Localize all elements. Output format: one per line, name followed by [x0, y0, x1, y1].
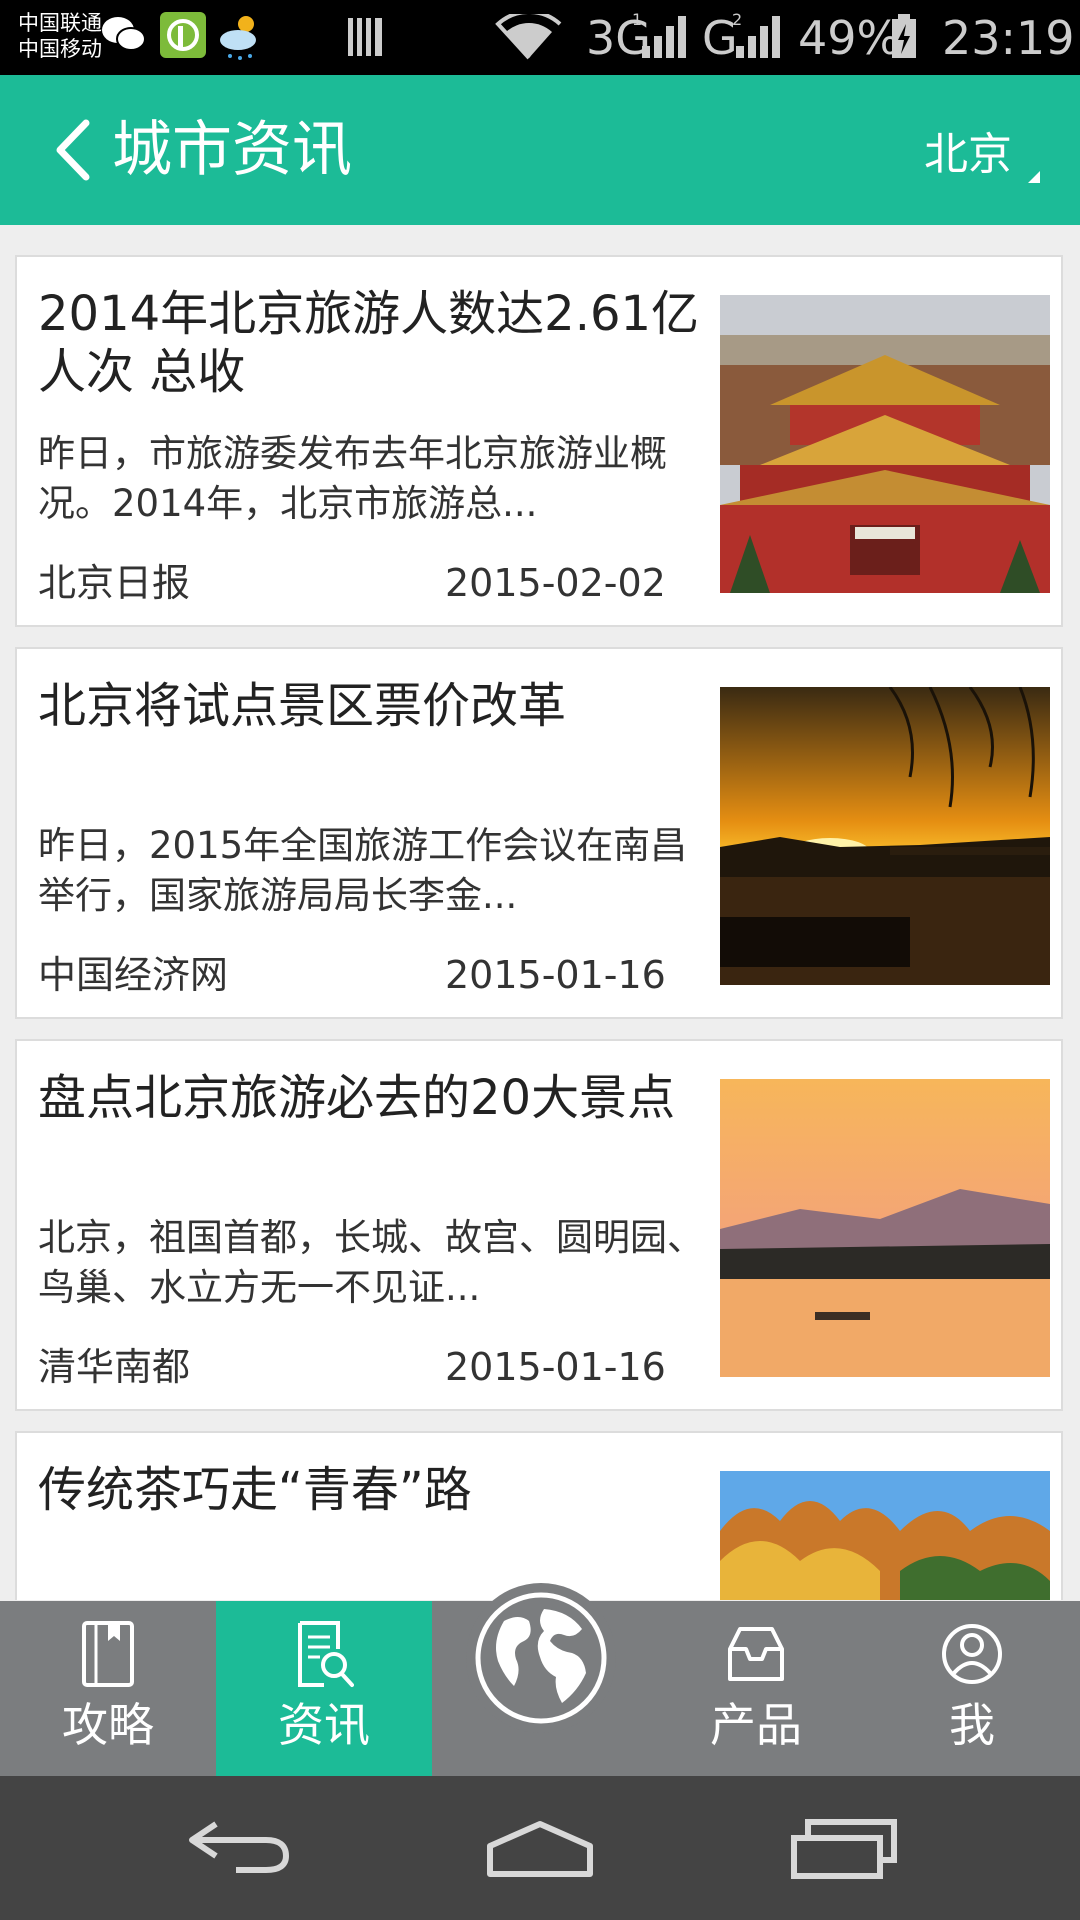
- news-source: 北京日报: [38, 561, 191, 605]
- news-summary: 昨日，2015年全国旅游工作会议在南昌举行，国家旅游局局长李金...: [38, 824, 688, 917]
- signal-2-icon: [736, 16, 780, 58]
- carrier-labels: 中国联通 中国移动: [18, 10, 102, 62]
- carrier-1: 中国联通: [18, 11, 102, 35]
- news-summary: 北京，祖国首都，长城、故宫、圆明园、鸟巢、水立方无一不见证...: [38, 1216, 704, 1309]
- tab-label: 我: [949, 1698, 995, 1752]
- news-date: 2015-01-16: [445, 953, 666, 997]
- news-card[interactable]: 2014年北京旅游人数达2.61亿人次 总收 昨日，市旅游委发布去年北京旅游业概…: [15, 255, 1063, 627]
- news-card[interactable]: 盘点北京旅游必去的20大景点 北京，祖国首都，长城、故宫、圆明园、鸟巢、水立方无…: [15, 1039, 1063, 1411]
- globe-center-button[interactable]: [466, 1583, 616, 1733]
- parking-app-icon: [160, 12, 206, 58]
- news-title: 北京将试点景区票价改革: [38, 678, 567, 734]
- wechat-icon: [102, 17, 146, 51]
- news-source: 清华南都: [38, 1345, 191, 1389]
- recent-apps-nav-icon[interactable]: [790, 1816, 898, 1880]
- news-date: 2015-02-02: [445, 561, 666, 605]
- tab-me[interactable]: 我: [864, 1601, 1080, 1776]
- news-thumbnail-forbidden-city: [720, 295, 1050, 593]
- tab-label: 产品: [710, 1698, 802, 1752]
- weather-icon: [220, 16, 256, 60]
- news-thumbnail-lake-mountain: [720, 1079, 1050, 1377]
- battery-charging-icon: [892, 14, 916, 58]
- globe-icon: [475, 1592, 607, 1724]
- home-nav-icon[interactable]: [484, 1820, 596, 1880]
- news-thumbnail-autumn-forest: [720, 1471, 1050, 1600]
- battery-percent: 49%: [798, 11, 901, 65]
- news-search-icon: [298, 1621, 354, 1687]
- tab-guide[interactable]: 攻略: [0, 1601, 216, 1776]
- news-title: 盘点北京旅游必去的20大景点: [38, 1070, 676, 1126]
- signal-1-icon: [642, 16, 686, 58]
- clock: 23:19: [942, 11, 1075, 65]
- user-icon: [942, 1624, 1002, 1684]
- news-thumbnail-sunset-lake: [720, 687, 1050, 985]
- back-arrow-icon[interactable]: [52, 119, 92, 181]
- book-icon: [82, 1621, 134, 1687]
- news-list: 2014年北京旅游人数达2.61亿人次 总收 昨日，市旅游委发布去年北京旅游业概…: [0, 225, 1080, 1600]
- tab-products[interactable]: 产品: [648, 1601, 864, 1776]
- news-title: 传统茶巧走“青春”路: [38, 1462, 472, 1518]
- wifi-icon: [495, 14, 562, 60]
- barcode-icon: [348, 18, 382, 56]
- news-date: 2015-01-16: [445, 1345, 666, 1389]
- dropdown-corner-icon: [1028, 171, 1040, 183]
- tab-news[interactable]: 资讯: [216, 1601, 432, 1776]
- status-bar: 中国联通 中国移动 3G 1 G 2 49% 23:19: [0, 0, 1080, 75]
- news-summary: 昨日，市旅游委发布去年北京旅游业概况。2014年，北京市旅游总...: [38, 432, 667, 525]
- page-title: 城市资讯: [112, 115, 352, 185]
- app-header: 城市资讯 北京: [0, 75, 1080, 225]
- news-source: 中国经济网: [38, 953, 229, 997]
- tab-label: 资讯: [278, 1698, 370, 1752]
- news-card[interactable]: 北京将试点景区票价改革 昨日，2015年全国旅游工作会议在南昌举行，国家旅游局局…: [15, 647, 1063, 1019]
- system-nav-bar: [0, 1776, 1080, 1920]
- carrier-2: 中国移动: [18, 37, 102, 61]
- tab-label: 攻略: [62, 1698, 154, 1752]
- news-title: 2014年北京旅游人数达2.61亿人次 总收: [38, 286, 700, 400]
- city-selector[interactable]: 北京: [924, 125, 1040, 185]
- back-nav-icon[interactable]: [186, 1814, 292, 1874]
- news-card[interactable]: 传统茶巧走“青春”路: [15, 1431, 1063, 1600]
- inbox-icon: [728, 1627, 784, 1681]
- city-label: 北京: [924, 129, 1012, 180]
